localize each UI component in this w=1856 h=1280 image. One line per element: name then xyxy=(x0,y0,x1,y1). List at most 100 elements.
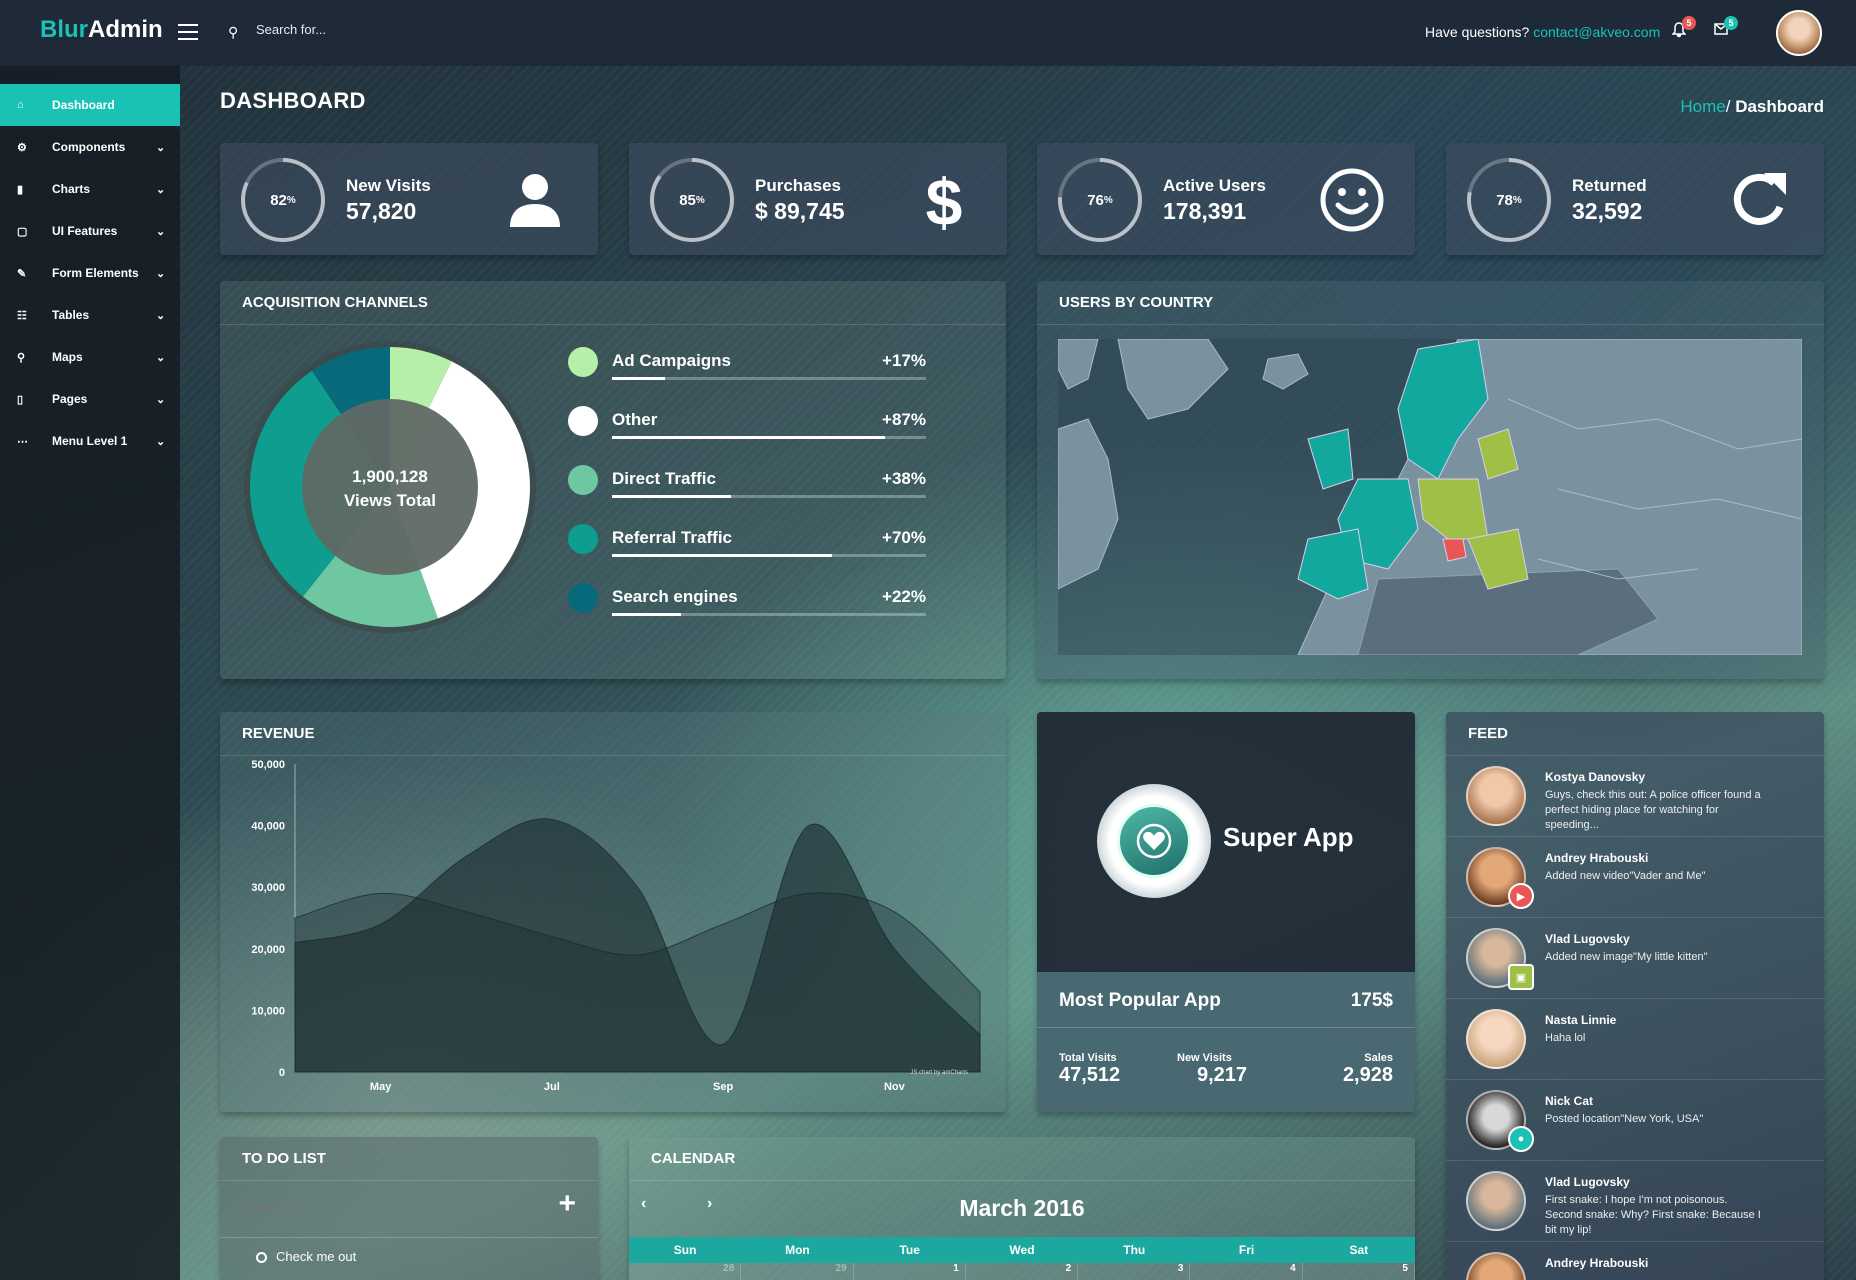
breadcrumb-current: Dashboard xyxy=(1735,97,1824,116)
sidebar-item-pages[interactable]: ▯ Pages ⌄ xyxy=(0,378,180,420)
feed-item[interactable]: Nasta Linnie Haha lol xyxy=(1446,999,1824,1080)
channel-progress-bar xyxy=(612,495,732,498)
acquisition-donut-chart xyxy=(244,341,536,633)
chevron-down-icon: ⌄ xyxy=(156,267,166,280)
menu-toggle-icon[interactable] xyxy=(178,24,198,40)
calendar-day[interactable]: 1 xyxy=(853,1263,966,1280)
avatar xyxy=(1466,766,1526,826)
sidebar-item-maps[interactable]: ⚲ Maps ⌄ xyxy=(0,336,180,378)
revenue-area-series[interactable] xyxy=(294,818,981,1073)
messages-button[interactable]: 5 xyxy=(1714,16,1738,39)
sidebar-item-form-elements[interactable]: ✎ Form Elements ⌄ xyxy=(0,252,180,294)
app-name: Super App xyxy=(1223,822,1354,852)
sidebar-item-menu-level-1[interactable]: ⋯ Menu Level 1 ⌄ xyxy=(0,420,180,462)
europe-map[interactable] xyxy=(1058,339,1802,655)
bar-chart-icon: ▮ xyxy=(17,183,24,196)
questions-text: Have questions? contact@akveo.com xyxy=(1425,24,1661,40)
most-popular-label: Most Popular App xyxy=(1059,990,1221,1011)
channel-row: Direct Traffic +38% xyxy=(568,465,948,505)
sidebar-item-charts[interactable]: ▮ Charts ⌄ xyxy=(0,168,180,210)
calendar-day[interactable]: 5 xyxy=(1302,1263,1415,1280)
stat-value: 57,820 xyxy=(346,198,417,224)
gear-icon: ⚙ xyxy=(17,141,27,154)
chevron-down-icon: ⌄ xyxy=(156,393,166,406)
channel-progress-bar xyxy=(612,377,666,380)
sidebar-item-dashboard[interactable]: ⌂ Dashboard xyxy=(0,84,180,126)
app-logo[interactable]: BlurAdmin xyxy=(40,16,163,44)
search-input[interactable] xyxy=(256,22,476,37)
todo-checkbox[interactable] xyxy=(256,1252,267,1263)
donut-total-value: 1,900,128 xyxy=(352,467,428,486)
metric-label: New Visits xyxy=(1177,1052,1232,1064)
stat-card-purchases: 85% Purchases $ 89,745 $ xyxy=(629,143,1007,255)
stat-label: Returned xyxy=(1572,176,1647,195)
sidebar-item-tables[interactable]: ☷ Tables ⌄ xyxy=(0,294,180,336)
panel-title: USERS BY COUNTRY xyxy=(1037,281,1824,325)
notifications-button[interactable]: 5 xyxy=(1671,16,1696,43)
metric-value: 2,928 xyxy=(1342,1064,1393,1086)
channel-row: Ad Campaigns +17% xyxy=(568,347,948,387)
feed-item[interactable]: ● Nick Cat Posted location"New York, USA" xyxy=(1446,1080,1824,1161)
feed-item[interactable]: Kostya Danovsky Guys, check this out: A p… xyxy=(1446,756,1824,837)
chevron-down-icon: ⌄ xyxy=(156,141,166,154)
smiley-icon xyxy=(1320,168,1384,232)
feed-panel: FEED Kostya Danovsky Guys, check this out… xyxy=(1446,712,1824,1280)
stat-value: 32,592 xyxy=(1572,198,1643,224)
app-price: 175$ xyxy=(1350,990,1393,1011)
sidebar-item-components[interactable]: ⚙ Components ⌄ xyxy=(0,126,180,168)
feed-item[interactable]: Vlad Lugovsky First snake: I hope I'm not… xyxy=(1446,1161,1824,1242)
y-tick-label: 40,000 xyxy=(251,821,285,833)
add-task-button[interactable]: + xyxy=(558,1189,576,1219)
stat-percent: 78% xyxy=(1496,191,1522,209)
app-stats-section: Most Popular App 175$ Total Visits 47,51… xyxy=(1037,972,1415,1112)
channel-row: Referral Traffic +70% xyxy=(568,524,948,564)
calendar-day[interactable]: 2 xyxy=(965,1263,1079,1280)
image-icon: ▣ xyxy=(1508,964,1534,990)
channel-row: Other +87% xyxy=(568,406,948,446)
chevron-down-icon: ⌄ xyxy=(156,183,166,196)
x-tick-label: Nov xyxy=(884,1081,906,1093)
user-avatar[interactable] xyxy=(1776,10,1822,56)
calendar-weekdays: Sun Mon Tue Wed Thu Fri Sat xyxy=(629,1237,1415,1263)
sidebar-item-ui-features[interactable]: ▢ UI Features ⌄ xyxy=(0,210,180,252)
refresh-icon xyxy=(1733,173,1786,225)
channel-color-dot xyxy=(568,406,598,436)
channel-progress-bar xyxy=(612,436,886,439)
calendar-day[interactable]: 28 xyxy=(629,1263,742,1280)
y-tick-label: 10,000 xyxy=(251,1005,285,1017)
chevron-down-icon: ⌄ xyxy=(156,351,166,364)
breadcrumb-home-link[interactable]: Home xyxy=(1680,97,1725,116)
avatar xyxy=(1466,1252,1526,1280)
donut-total-label: Views Total xyxy=(344,491,436,510)
file-icon: ▯ xyxy=(17,393,24,406)
person-icon xyxy=(510,174,560,227)
edit-icon: ✎ xyxy=(17,267,27,280)
task-input[interactable] xyxy=(242,1201,502,1216)
search-icon: ⚲ xyxy=(228,24,239,40)
stat-card-active-users: 76% Active Users 178,391 xyxy=(1037,143,1415,255)
chevron-down-icon: ⌄ xyxy=(156,435,166,448)
calendar-day[interactable]: 29 xyxy=(741,1263,854,1280)
users-by-country-panel: USERS BY COUNTRY xyxy=(1037,281,1824,679)
calendar-day[interactable]: 4 xyxy=(1190,1263,1303,1280)
metric-label: Total Visits xyxy=(1059,1052,1117,1064)
metric-label: Sales xyxy=(1364,1052,1393,1064)
grid-icon: ☷ xyxy=(17,309,27,322)
stat-label: Active Users xyxy=(1163,176,1267,195)
notifications-badge: 5 xyxy=(1682,16,1696,30)
chevron-down-icon: ⌄ xyxy=(156,225,166,238)
stat-value: $ 89,745 xyxy=(755,198,845,224)
feed-item[interactable]: ▣ Vlad Lugovsky Added new image"My little … xyxy=(1446,918,1824,999)
todo-item-label: Check me out xyxy=(276,1249,357,1264)
stat-value: 178,391 xyxy=(1163,198,1247,224)
calendar-month-title: March 2016 xyxy=(959,1195,1085,1221)
calendar-day[interactable]: 3 xyxy=(1078,1263,1191,1280)
feed-item[interactable]: Andrey Hrabouski xyxy=(1446,1242,1824,1280)
ellipsis-icon: ⋯ xyxy=(17,435,28,448)
stat-label: Purchases xyxy=(755,176,841,195)
y-tick-label: 20,000 xyxy=(251,944,285,956)
contact-email-link[interactable]: contact@akveo.com xyxy=(1533,24,1660,40)
svg-text:$: $ xyxy=(926,167,963,233)
feed-item[interactable]: ▶ Andrey Hrabouski Added new video"Vader a… xyxy=(1446,837,1824,918)
channel-color-dot xyxy=(568,583,598,613)
